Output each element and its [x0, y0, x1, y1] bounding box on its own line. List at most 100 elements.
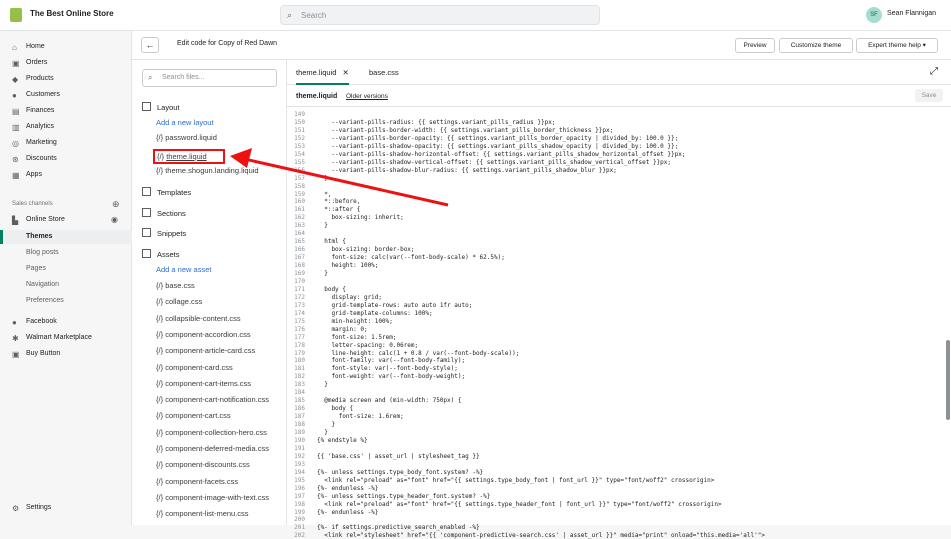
code-line[interactable]: font-style: var(--font-body-style);	[317, 365, 457, 372]
nav-sub-blog-posts[interactable]: Blog posts	[0, 246, 132, 260]
asset-file[interactable]: {/} component-deferred-media.css	[156, 444, 287, 453]
file-search-input[interactable]: ⌕ Search files...	[142, 69, 277, 87]
asset-file[interactable]: {/} base.css	[156, 281, 287, 290]
older-versions-link[interactable]: Older versions	[346, 93, 388, 100]
user-name[interactable]: Sean Flannigan	[887, 10, 936, 17]
code-line[interactable]: --variant-pills-radius: {{ settings.vari…	[317, 119, 555, 126]
code-line[interactable]: display: grid;	[317, 294, 382, 301]
asset-file[interactable]: {/} component-cart-notification.css	[156, 395, 287, 404]
eye-icon[interactable]: ◉	[111, 215, 118, 224]
add-channel-icon[interactable]: ⊕	[112, 199, 120, 210]
code-line[interactable]: font-size: calc(var(--font-body-scale) *…	[317, 254, 504, 261]
section-snippets[interactable]: Snippets	[142, 228, 186, 238]
code-line[interactable]: html {	[317, 238, 346, 245]
nav-item-products[interactable]: ◆ Products	[0, 72, 132, 86]
nav-item-orders[interactable]: ▣ Orders	[0, 56, 132, 70]
asset-file[interactable]: {/} component-accordion.css	[156, 330, 287, 339]
code-line[interactable]: box-sizing: border-box;	[317, 246, 414, 253]
code-line[interactable]: <link rel="preload" as="font" href="{{ s…	[317, 477, 714, 484]
tab-base-css[interactable]: base.css	[369, 68, 399, 77]
tab-theme-liquid[interactable]: theme.liquid ✕	[296, 68, 349, 85]
code-line[interactable]: line-height: calc(1 + 0.8 / var(--font-b…	[317, 350, 519, 357]
save-button[interactable]: Save	[915, 89, 943, 102]
code-line[interactable]: <link rel="preload" as="font" href="{{ s…	[317, 501, 721, 508]
nav-item-finances[interactable]: ▤ Finances	[0, 104, 132, 118]
code-line[interactable]: height: 100%;	[317, 262, 378, 269]
code-line[interactable]: margin: 0;	[317, 326, 367, 333]
nav-item-analytics[interactable]: ▥ Analytics	[0, 120, 132, 134]
code-line[interactable]: @media screen and (min-width: 750px) {	[317, 397, 461, 404]
nav-sub-navigation[interactable]: Navigation	[0, 278, 132, 292]
nav-item-discounts[interactable]: ⊛ Discounts	[0, 152, 132, 166]
section-sections[interactable]: Sections	[142, 208, 186, 218]
code-line[interactable]: body {	[317, 405, 353, 412]
asset-file[interactable]: {/} collapsible-content.css	[156, 314, 287, 323]
file-password-liquid[interactable]: {/} password.liquid	[156, 133, 287, 142]
nav-sub-preferences[interactable]: Preferences	[0, 294, 132, 308]
code-line[interactable]: letter-spacing: 0.06rem;	[317, 342, 418, 349]
asset-file[interactable]: {/} component-list-menu.css	[156, 509, 287, 518]
asset-file[interactable]: {/} component-card.css	[156, 363, 287, 372]
code-line[interactable]: }	[317, 175, 328, 182]
code-line[interactable]: {%- endunless -%}	[317, 509, 378, 516]
code-line[interactable]: {%- endunless -%}	[317, 485, 378, 492]
code-line[interactable]: --variant-pills-shadow-vertical-offset: …	[317, 159, 671, 166]
customize-theme-button[interactable]: Customize theme	[779, 38, 853, 53]
code-line[interactable]: }	[317, 381, 328, 388]
code-line[interactable]: }	[317, 421, 335, 428]
code-line[interactable]: *::before,	[317, 198, 360, 205]
code-line[interactable]: {{ 'base.css' | asset_url | stylesheet_t…	[317, 453, 480, 460]
code-line[interactable]: --variant-pills-border-opacity: {{ setti…	[317, 135, 678, 142]
code-line[interactable]: min-height: 100%;	[317, 318, 392, 325]
nav-item-facebook[interactable]: ● Facebook	[0, 315, 132, 329]
asset-file[interactable]: {/} component-facets.css	[156, 477, 287, 486]
nav-item-apps[interactable]: ▦ Apps	[0, 168, 132, 182]
nav-item-walmart[interactable]: ✱ Walmart Marketplace	[0, 331, 132, 345]
code-line[interactable]: *,	[317, 191, 331, 198]
code-line[interactable]: {%- unless settings.type_body_font.syste…	[317, 469, 483, 476]
file-theme-shogun[interactable]: {/} theme.shogun.landing.liquid	[156, 166, 287, 175]
asset-file[interactable]: {/} component-cart-items.css	[156, 379, 287, 388]
nav-item-customers[interactable]: ● Customers	[0, 88, 132, 102]
code-line[interactable]: --variant-pills-shadow-horizontal-offset…	[317, 151, 685, 158]
nav-sub-themes[interactable]: Themes	[0, 230, 132, 244]
store-name[interactable]: The Best Online Store	[30, 9, 114, 18]
code-line[interactable]: {%- if settings.predictive_search_enable…	[317, 524, 480, 531]
code-line[interactable]: font-size: 1.6rem;	[317, 413, 404, 420]
code-line[interactable]: --variant-pills-shadow-opacity: {{ setti…	[317, 143, 678, 150]
asset-file[interactable]: {/} component-discounts.css	[156, 460, 287, 469]
asset-file[interactable]: {/} component-cart.css	[156, 411, 287, 420]
nav-sub-pages[interactable]: Pages	[0, 262, 132, 276]
scrollbar[interactable]	[946, 340, 950, 420]
asset-file[interactable]: {/} component-image-with-text.css	[156, 493, 287, 502]
add-asset-link[interactable]: Add a new asset	[156, 265, 211, 274]
code-line[interactable]: grid-template-columns: 100%;	[317, 310, 432, 317]
asset-file[interactable]: {/} component-collection-hero.css	[156, 428, 287, 437]
section-templates[interactable]: Templates	[142, 187, 191, 197]
section-assets[interactable]: Assets	[142, 249, 180, 259]
code-line[interactable]: grid-template-rows: auto auto 1fr auto;	[317, 302, 472, 309]
nav-item-home[interactable]: ⌂ Home	[0, 40, 132, 54]
asset-file[interactable]: {/} collage.css	[156, 297, 287, 306]
avatar[interactable]: SF	[866, 7, 882, 23]
code-line[interactable]: }	[317, 429, 328, 436]
shopify-logo-icon[interactable]	[10, 8, 22, 22]
code-line[interactable]: font-size: 1.5rem;	[317, 334, 396, 341]
code-line[interactable]: }	[317, 222, 328, 229]
fullscreen-icon[interactable]: ⤢	[930, 66, 938, 77]
search-input[interactable]: ⌕ Search	[280, 5, 600, 25]
section-layout[interactable]: Layout	[142, 102, 180, 112]
code-line[interactable]: font-family: var(--font-body-family);	[317, 357, 465, 364]
preview-button[interactable]: Preview	[735, 38, 775, 53]
code-line[interactable]: }	[317, 270, 328, 277]
nav-item-marketing[interactable]: ◎ Marketing	[0, 136, 132, 150]
back-button[interactable]: ←	[141, 37, 159, 53]
nav-item-buy-button[interactable]: ▣ Buy Button	[0, 347, 132, 361]
file-theme-liquid[interactable]: {/} theme.liquid	[153, 149, 225, 164]
close-icon[interactable]: ✕	[343, 68, 349, 77]
nav-item-settings[interactable]: ⚙ Settings	[0, 501, 132, 515]
code-line[interactable]: body {	[317, 286, 346, 293]
add-layout-link[interactable]: Add a new layout	[156, 118, 214, 127]
asset-file[interactable]: {/} component-article-card.css	[156, 346, 287, 355]
code-line[interactable]: font-weight: var(--font-body-weight);	[317, 373, 465, 380]
